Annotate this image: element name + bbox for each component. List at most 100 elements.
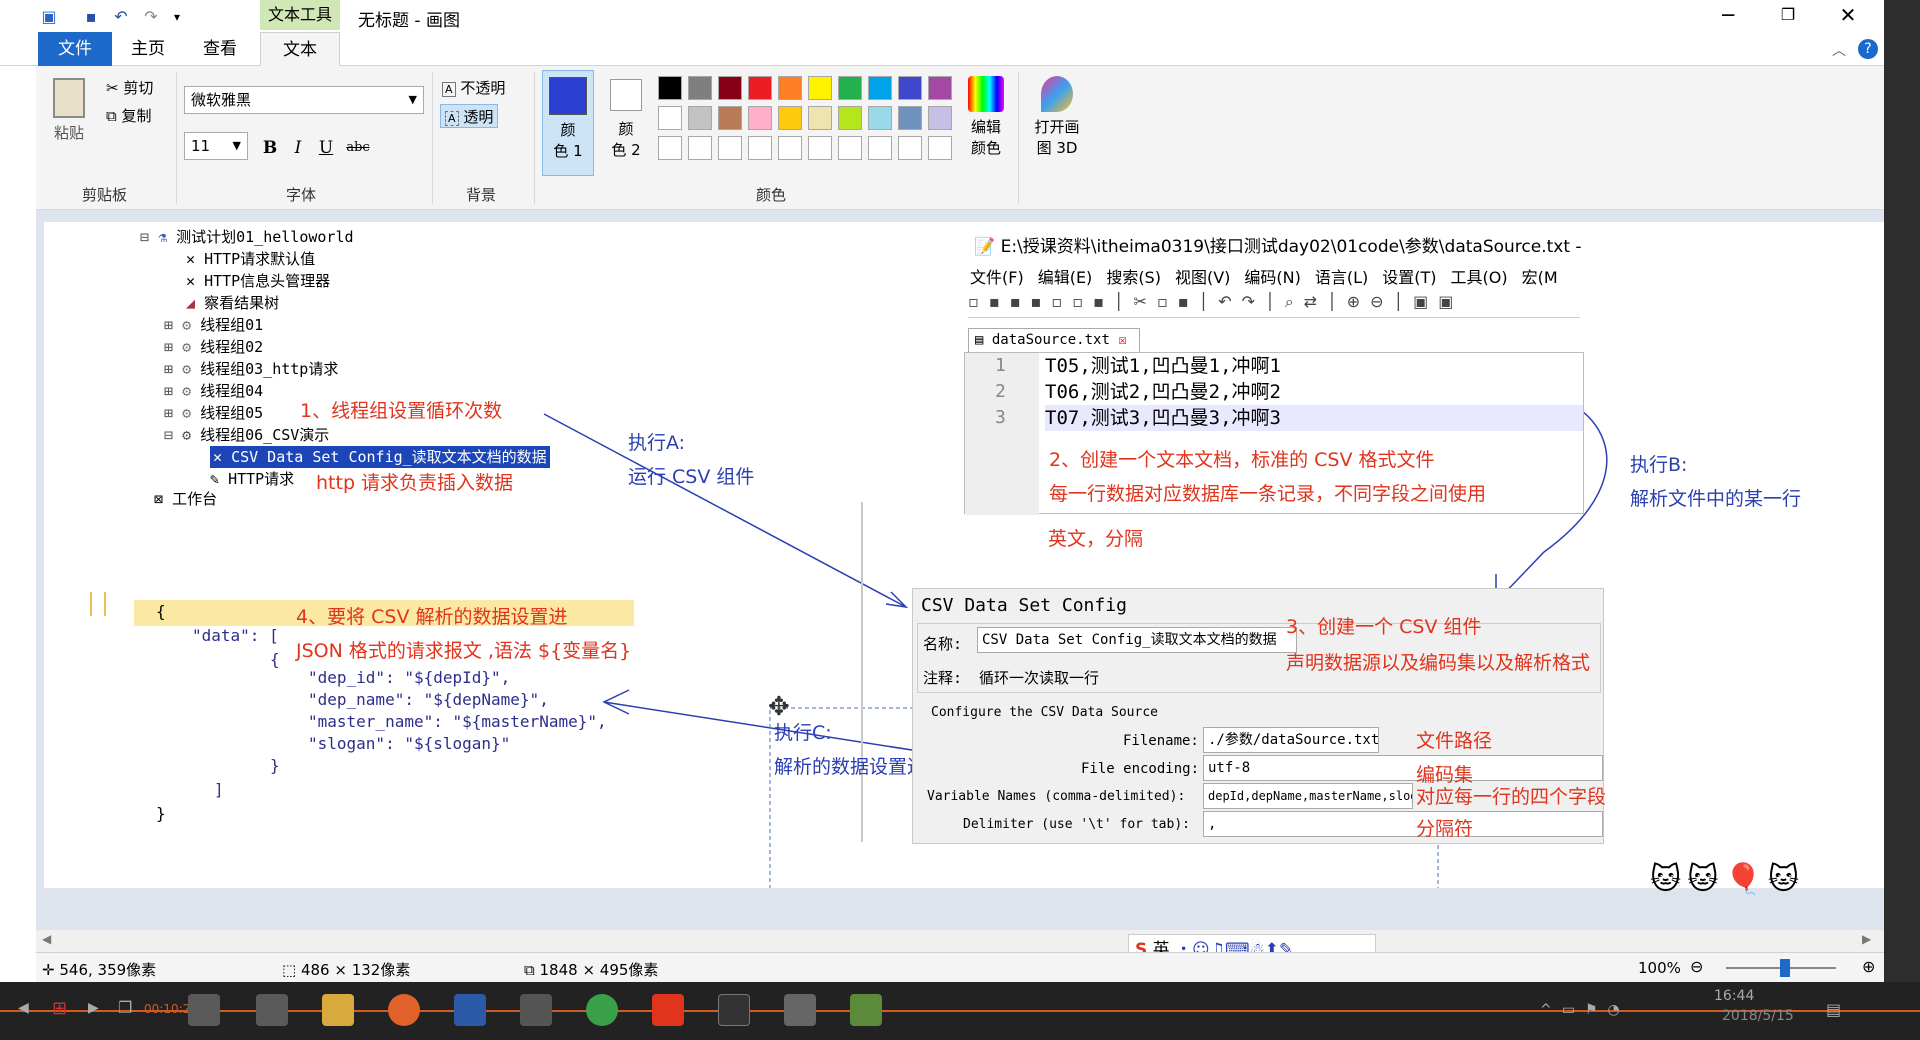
close-icon[interactable]: ✕ [1818,0,1878,30]
zoom-out-icon[interactable]: ⊖ [1690,957,1703,976]
palette-swatch[interactable] [808,106,832,130]
palette-swatch[interactable] [868,76,892,100]
palette-swatch[interactable] [778,76,802,100]
edit-colors-button[interactable]: 编辑 颜色 [960,70,1012,176]
tree-item[interactable]: ⊞ ⚙ 线程组02 [164,336,263,358]
palette-swatch[interactable] [718,106,742,130]
comment-field[interactable]: 循环一次读取一行 [979,667,1099,688]
bold-button[interactable]: B [258,136,282,160]
video-progress-bar[interactable] [0,1010,1920,1012]
tab-file[interactable]: 文件 [38,32,112,66]
firefox-icon[interactable] [388,994,420,1026]
palette-swatch[interactable] [898,76,922,100]
notifications-icon[interactable]: ▤ [1826,1000,1841,1019]
notepad-menu-item[interactable]: 语言(L) [1315,268,1368,287]
palette-swatch[interactable] [898,136,922,160]
tree-item[interactable]: ✕ HTTP信息头管理器 [186,270,330,292]
terminal-icon[interactable] [718,994,750,1026]
palette-swatch[interactable] [688,106,712,130]
underline-button[interactable]: U [314,136,338,160]
redo-icon[interactable]: ↷ [140,6,162,28]
zoom-in-icon[interactable]: ⊕ [1862,957,1875,976]
variable-names-field[interactable]: depId,depName,masterName,slogan [1203,783,1413,809]
palette-swatch[interactable] [838,106,862,130]
tab-view[interactable]: 查看 [190,32,250,66]
palette-swatch[interactable] [838,136,862,160]
palette-swatch[interactable] [748,136,772,160]
notepad-menu-item[interactable]: 视图(V) [1175,268,1230,287]
notepad-menu-item[interactable]: 编辑(E) [1038,268,1093,287]
chrome-icon[interactable] [586,994,618,1026]
folder-icon[interactable] [322,994,354,1026]
customize-quick-access-icon[interactable]: ▾ [166,6,188,28]
tree-item[interactable]: ⊞ ⚙ 线程组05 [164,402,263,424]
taskbar-app-icon[interactable] [520,994,552,1026]
notepad-menu-item[interactable]: 文件(F) [970,268,1024,287]
palette-swatch[interactable] [658,106,682,130]
tree-root[interactable]: ⊟ ⚗ 测试计划01_helloworld [140,226,354,248]
scroll-left-icon[interactable]: ◀ [42,932,51,946]
minimize-icon[interactable]: ─ [1698,0,1758,30]
tree-item[interactable]: ⊞ ⚙ 线程组01 [164,314,263,336]
undo-icon[interactable]: ↶ [110,6,132,28]
delimiter-field[interactable]: , [1203,811,1603,837]
palette-swatch[interactable] [748,106,772,130]
palette-swatch[interactable] [658,136,682,160]
palette-swatch[interactable] [778,106,802,130]
palette-swatch[interactable] [868,136,892,160]
tray-icons[interactable]: ^▭⚑◔ [1540,1002,1630,1018]
notepad-menu-item[interactable]: 工具(O) [1451,268,1508,287]
open-paint3d-button[interactable]: 打开画 图 3D [1026,70,1088,176]
palette-swatch[interactable] [868,106,892,130]
scroll-right-icon[interactable]: ▶ [1862,932,1871,946]
help-icon[interactable]: ? [1858,39,1878,59]
paste-button[interactable]: 粘贴 [44,74,94,154]
palette-swatch[interactable] [928,106,952,130]
close-tab-icon[interactable]: ☒ [1118,332,1126,348]
windows-start-icon[interactable]: ⊞ [52,998,67,1019]
taskbar-app-icon[interactable] [454,994,486,1026]
tree-item-csv-selected[interactable]: ✕ CSV Data Set Config_读取文本文档的数据 [210,446,550,468]
notepad-menu-item[interactable]: 宏(M [1522,268,1558,287]
cut-button[interactable]: ✂ 剪切 [106,76,153,100]
color1-button[interactable]: 颜 色 1 [542,70,594,176]
taskbar-app-icon[interactable] [784,994,816,1026]
palette-swatch[interactable] [928,76,952,100]
tab-text[interactable]: 文本 [260,32,340,67]
color2-button[interactable]: 颜 色 2 [600,70,652,176]
palette-swatch[interactable] [748,76,772,100]
zoom-slider-thumb[interactable] [1780,959,1790,977]
strikethrough-button[interactable]: abc [342,136,374,160]
tree-item[interactable]: ⊞ ⚙ 线程组03_http请求 [164,358,338,380]
notepad-taskbar-icon[interactable] [850,994,882,1026]
prev-icon[interactable]: ◀ [18,1000,29,1016]
palette-swatch[interactable] [808,136,832,160]
task-view-icon[interactable]: ❐ [118,998,132,1017]
maximize-icon[interactable]: ❐ [1758,0,1818,30]
opaque-button[interactable]: A 不透明 [442,76,505,100]
tree-item[interactable]: ⊞ ⚙ 线程组04 [164,380,263,402]
tree-item[interactable]: ◢ 察看结果树 [186,292,279,314]
notepad-menu-item[interactable]: 搜索(S) [1106,268,1161,287]
horizontal-scrollbar[interactable]: ◀ ▶ [36,930,1884,952]
collapse-ribbon-icon[interactable]: ︿ [1832,40,1846,60]
notepad-editor[interactable]: 1 2 3 T05,测试1,凹凸曼1,冲啊1 T06,测试2,凹凸曼2,冲啊2 … [964,352,1584,515]
notepad-menu-item[interactable]: 编码(N) [1244,268,1300,287]
notepad-menu-item[interactable]: 设置(T) [1382,268,1436,287]
taskbar-app-icon[interactable] [188,994,220,1026]
tab-home[interactable]: 主页 [118,32,178,66]
notepad-toolbar[interactable]: ▫▪▪▪▫▫▪│✂▫▪│↶↷│⌕⇄│⊕⊖│▣▣ [968,292,1580,318]
name-field[interactable]: CSV Data Set Config_读取文本文档的数据 [977,627,1297,653]
encoding-field[interactable]: utf-8 [1203,755,1603,781]
taskbar-app-icon[interactable] [256,994,288,1026]
tree-item[interactable]: ✎ HTTP请求 [210,468,294,490]
palette-swatch[interactable] [658,76,682,100]
paint-taskbar-icon[interactable] [652,994,684,1026]
font-family-select[interactable]: 微软雅黑 ▼ [184,86,424,114]
palette-swatch[interactable] [898,106,922,130]
save-icon[interactable]: ▪ [80,6,102,28]
copy-button[interactable]: ⧉ 复制 [106,104,152,128]
font-size-select[interactable]: 11 ▼ [184,132,248,160]
notepad-tab[interactable]: ▤ dataSource.txt ☒ [968,328,1140,352]
filename-field[interactable]: ./参数/dataSource.txt [1203,727,1379,753]
